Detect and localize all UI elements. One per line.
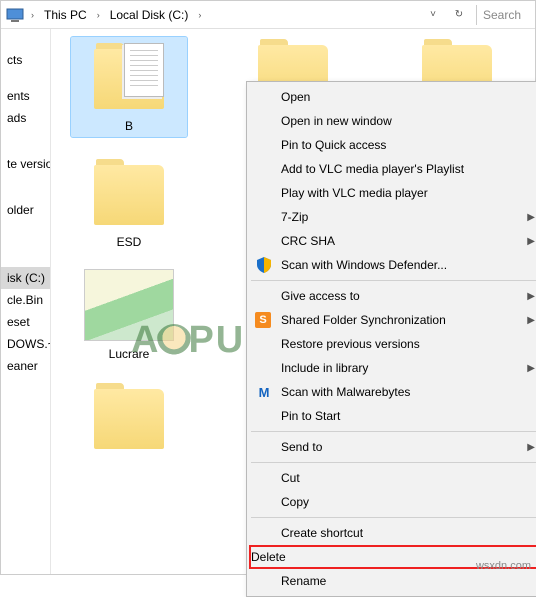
thumbnail-icon [84, 269, 174, 341]
menu-item-send-to[interactable]: Send to ▶ [249, 435, 536, 459]
nav-item[interactable]: older [1, 199, 50, 221]
chevron-right-icon[interactable]: › [95, 10, 102, 20]
nav-item[interactable]: cts [1, 49, 50, 71]
menu-item-label: Include in library [281, 361, 368, 375]
nav-item[interactable]: cle.Bin [1, 289, 50, 311]
menu-item-label: Send to [281, 440, 322, 454]
menu-item-7-zip[interactable]: 7-Zip ▶ [249, 205, 536, 229]
menu-item-label: Scan with Windows Defender... [281, 258, 447, 272]
menu-item-include-in-library[interactable]: Include in library ▶ [249, 356, 536, 380]
folder-label: B [75, 119, 183, 133]
menu-item-label: Restore previous versions [281, 337, 420, 351]
folder-content[interactable]: APUALS B and ESD [51, 29, 535, 574]
submenu-arrow-icon: ▶ [527, 291, 535, 302]
nav-item[interactable]: ents [1, 85, 50, 107]
folder-label: ESD [59, 235, 199, 249]
menu-item-create-shortcut[interactable]: Create shortcut [249, 521, 536, 545]
menu-item-label: Give access to [281, 289, 360, 303]
chevron-right-icon[interactable]: › [29, 10, 36, 20]
menu-item-label: Pin to Start [281, 409, 340, 423]
shield-icon [255, 256, 273, 274]
menu-item-open-in-new-window[interactable]: Open in new window [249, 109, 536, 133]
menu-item-cut[interactable]: Cut [249, 466, 536, 490]
divider [476, 5, 477, 25]
menu-item-add-to-vlc-media-player-s-playlist[interactable]: Add to VLC media player's Playlist [249, 157, 536, 181]
menu-item-label: Play with VLC media player [281, 186, 428, 200]
menu-item-label: CRC SHA [281, 234, 335, 248]
menu-item-play-with-vlc-media-player[interactable]: Play with VLC media player [249, 181, 536, 205]
chevron-right-icon[interactable]: › [196, 10, 203, 20]
submenu-arrow-icon: ▶ [527, 315, 535, 326]
sfs-icon: S [255, 312, 271, 328]
menu-item-open[interactable]: Open [249, 85, 536, 109]
watermark-site: wsxdn.com [476, 560, 531, 572]
menu-item-shared-folder-synchronization[interactable]: S Shared Folder Synchronization ▶ [249, 308, 536, 332]
menu-item-rename[interactable]: Rename [249, 569, 536, 593]
main-area: cts ents ads te version 2 older isk (C:)… [1, 29, 535, 574]
refresh-icon[interactable]: ↻ [448, 4, 470, 26]
folder-item[interactable]: Lucrare [59, 269, 199, 361]
menu-item-scan-with-windows-defender[interactable]: Scan with Windows Defender... [249, 253, 536, 277]
menu-item-copy[interactable]: Copy [249, 490, 536, 514]
nav-item-selected[interactable]: isk (C:) [1, 267, 50, 289]
context-menu: Open Open in new window Pin to Quick acces… [246, 81, 536, 597]
history-dropdown-icon[interactable]: ˅ [422, 4, 444, 26]
menu-item-label: Cut [281, 471, 300, 485]
submenu-arrow-icon: ▶ [527, 212, 535, 223]
menu-item-pin-to-quick-access[interactable]: Pin to Quick access [249, 133, 536, 157]
menu-separator [251, 280, 536, 281]
submenu-arrow-icon: ▶ [527, 236, 535, 247]
folder-item[interactable]: ESD [59, 157, 199, 249]
breadcrumb-this-pc[interactable]: This PC [40, 6, 91, 24]
menu-item-label: Create shortcut [281, 526, 363, 540]
menu-item-give-access-to[interactable]: Give access to ▶ [249, 284, 536, 308]
menu-item-label: 7-Zip [281, 210, 308, 224]
search-input[interactable]: Search [483, 8, 531, 22]
submenu-arrow-icon: ▶ [527, 442, 535, 453]
breadcrumb-local-disk[interactable]: Local Disk (C:) [106, 6, 193, 24]
menu-separator [251, 462, 536, 463]
address-bar: › This PC › Local Disk (C:) › ˅ ↻ Search [1, 1, 535, 29]
nav-item[interactable]: ads [1, 107, 50, 129]
menu-item-restore-previous-versions[interactable]: Restore previous versions [249, 332, 536, 356]
menu-item-label: Open [281, 90, 310, 104]
navigation-pane: cts ents ads te version 2 older isk (C:)… [1, 29, 51, 574]
nav-item[interactable]: DOWS.~BT [1, 333, 50, 355]
folder-item[interactable] [59, 381, 199, 459]
menu-item-label: Shared Folder Synchronization [281, 313, 446, 327]
menu-item-label: Scan with Malwarebytes [281, 385, 410, 399]
menu-item-label: Open in new window [281, 114, 392, 128]
menu-item-scan-with-malwarebytes[interactable]: M Scan with Malwarebytes [249, 380, 536, 404]
menu-item-crc-sha[interactable]: CRC SHA ▶ [249, 229, 536, 253]
menu-item-label: Copy [281, 495, 309, 509]
menu-item-label: Delete [251, 550, 286, 564]
folder-item-selected[interactable]: B [59, 37, 199, 137]
nav-item[interactable]: te version 2 [1, 153, 50, 175]
menu-item-pin-to-start[interactable]: Pin to Start [249, 404, 536, 428]
pc-icon [5, 5, 25, 25]
folder-label: Lucrare [59, 347, 199, 361]
submenu-arrow-icon: ▶ [527, 363, 535, 374]
menu-item-label: Rename [281, 574, 326, 588]
menu-item-label: Pin to Quick access [281, 138, 386, 152]
menu-item-label: Add to VLC media player's Playlist [281, 162, 464, 176]
menu-separator [251, 431, 536, 432]
menu-separator [251, 517, 536, 518]
mwb-icon: M [255, 383, 273, 401]
nav-item[interactable]: eaner [1, 355, 50, 377]
nav-item[interactable]: eset [1, 311, 50, 333]
